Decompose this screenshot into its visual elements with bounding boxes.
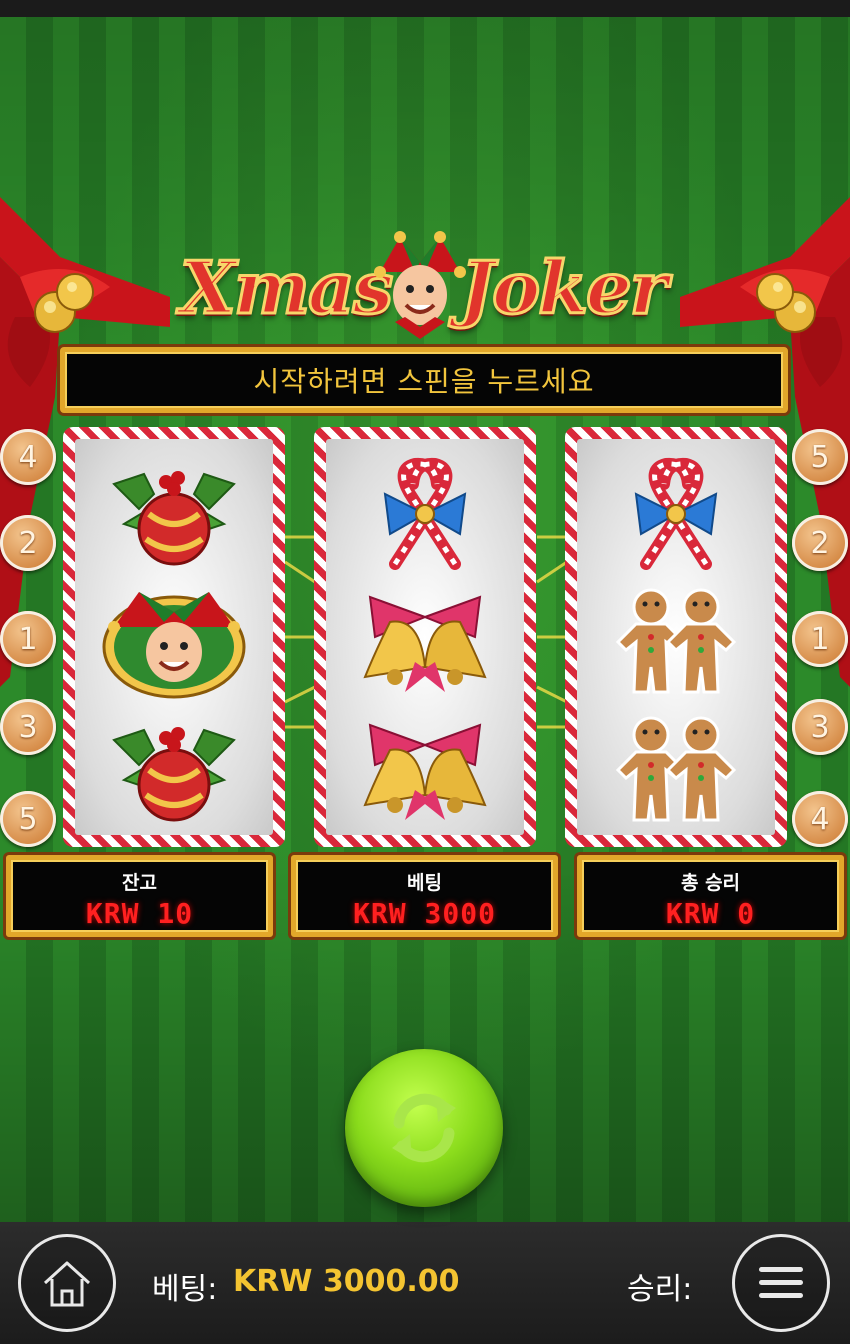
bet-box: 베팅 KRW 3000 (291, 855, 558, 937)
ornament-holly-symbol (75, 705, 273, 835)
golden-bells-icon (363, 595, 487, 692)
refresh-arrows-icon (392, 1093, 456, 1163)
payline-badge-left: 1 (0, 611, 56, 667)
spin-button[interactable] (345, 1049, 503, 1207)
payline-badge-right: 5 (792, 429, 848, 485)
total-win-value: KRW 0 (665, 897, 756, 930)
hamburger-menu-icon (759, 1267, 803, 1298)
payline-badge-left: 4 (0, 429, 56, 485)
payline-badge-left: 5 (0, 791, 56, 847)
bottom-bet-label: 베팅: (152, 1272, 218, 1307)
payline-badge-right: 4 (792, 791, 848, 847)
total-win-box: 총 승리 KRW 0 (577, 855, 844, 937)
candy-canes-icon (383, 457, 467, 570)
ornament-holly-icon (112, 471, 236, 566)
bet-value: KRW 3000 (353, 897, 496, 930)
payline-badge-right: 3 (792, 699, 848, 755)
gingerbread-men-icon (615, 588, 737, 694)
bottom-bar: 베팅: KRW 3000.00 승리: (0, 1222, 850, 1344)
gingerbread-men-icon (615, 716, 737, 822)
home-icon (43, 1261, 91, 1307)
payline-badge-right: 2 (792, 515, 848, 571)
balance-box: 잔고 KRW 10 (6, 855, 273, 937)
payline-badge-left: 3 (0, 699, 56, 755)
bells-symbol (326, 577, 524, 707)
home-button[interactable] (18, 1234, 116, 1332)
game-screen: Xmas Joker 시작하려면 스핀을 누르세요 4 2 1 3 5 5 2 … (0, 0, 850, 1344)
total-win-label: 총 승리 (680, 872, 741, 894)
reel-3 (565, 427, 787, 847)
bet-label: 베팅 (407, 872, 442, 894)
golden-bells-icon (363, 723, 487, 820)
gingerbread-men-symbol (577, 705, 775, 835)
ornament-holly-symbol (75, 449, 273, 579)
ornament-holly-icon (112, 727, 236, 822)
status-message: 시작하려면 스핀을 누르세요 (60, 347, 788, 413)
bottom-win-label: 승리: (627, 1272, 693, 1307)
logo-word-xmas: Xmas (178, 244, 394, 332)
reel-1 (63, 427, 285, 847)
joker-wild-icon (102, 592, 246, 699)
candy-canes-bow-symbol (577, 449, 775, 579)
bells-symbol (326, 705, 524, 835)
candy-canes-bow-symbol (326, 449, 524, 579)
game-table-background: Xmas Joker 시작하려면 스핀을 누르세요 4 2 1 3 5 5 2 … (0, 17, 850, 1222)
balance-value: KRW 10 (85, 897, 194, 930)
logo-word-joker: Joker (459, 244, 670, 332)
reel-2 (314, 427, 536, 847)
bottom-bet-value: KRW 3000.00 (233, 1264, 460, 1299)
candy-canes-icon (634, 457, 718, 570)
payline-badge-right: 1 (792, 611, 848, 667)
status-bar (0, 0, 850, 17)
jester-face-icon (374, 231, 466, 339)
balance-label: 잔고 (122, 872, 157, 894)
payline-badge-left: 2 (0, 515, 56, 571)
joker-symbol (75, 577, 273, 707)
gingerbread-men-symbol (577, 577, 775, 707)
game-logo: Xmas Joker (170, 227, 680, 347)
menu-button[interactable] (732, 1234, 830, 1332)
